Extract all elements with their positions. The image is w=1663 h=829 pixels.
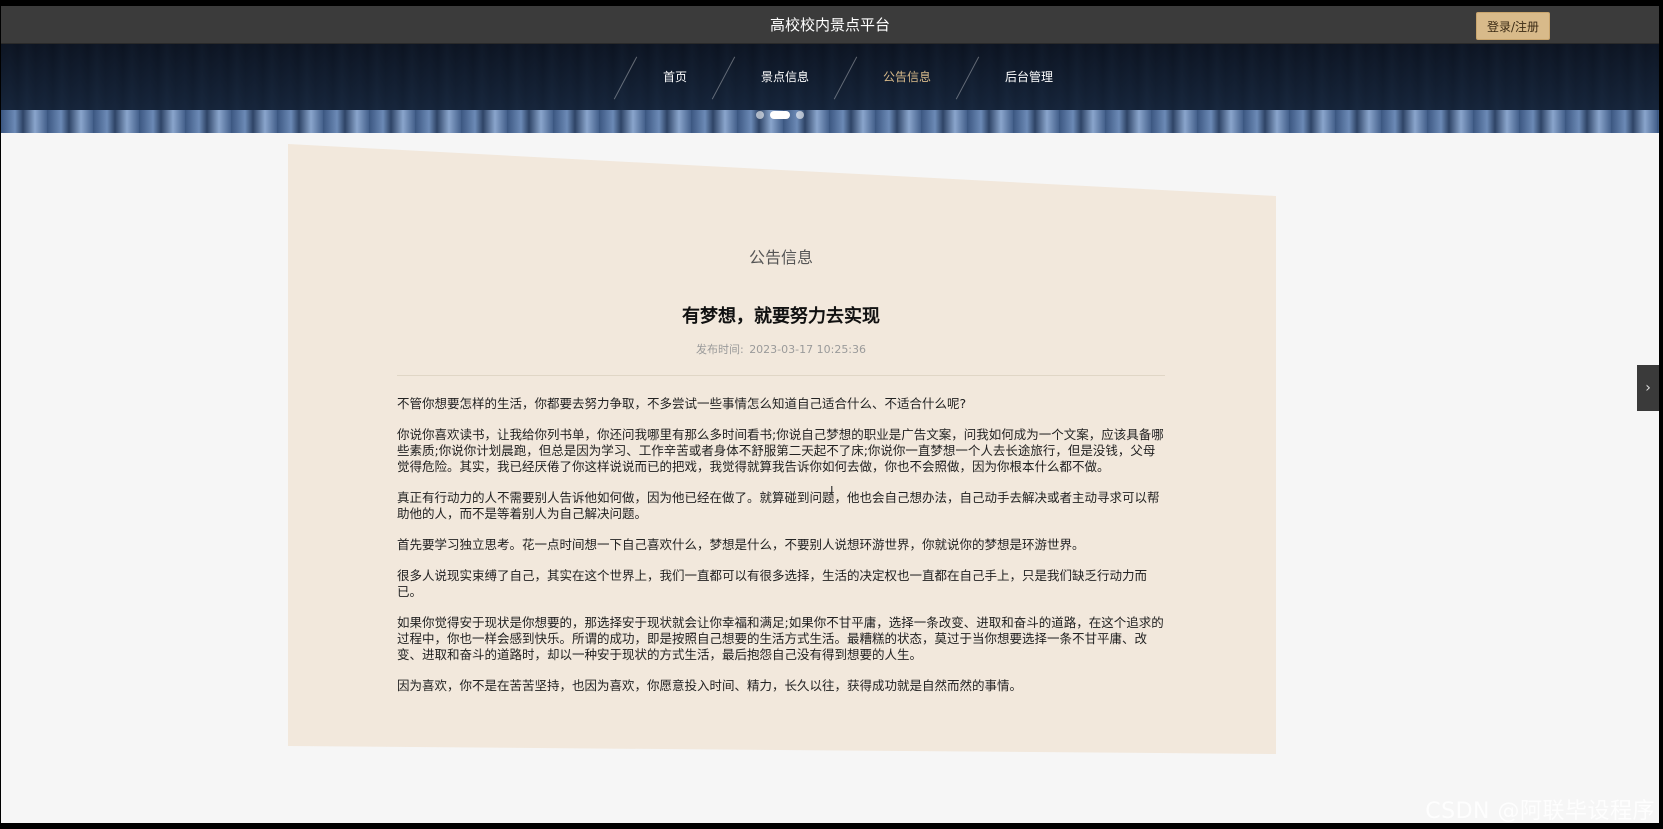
banner-image-bottom bbox=[1, 110, 1659, 133]
top-bar: 高校校内景点平台 登录/注册 bbox=[1, 6, 1659, 44]
browser-page: 高校校内景点平台 登录/注册 首页 景点信息 公告信息 后台管理 公告信息 有梦… bbox=[1, 6, 1659, 823]
body-paragraph: 不管你想要怎样的生活，你都要去努力争取，不多尝试一些事情怎么知道自己适合什么、不… bbox=[397, 396, 967, 411]
carousel-dots bbox=[756, 111, 804, 119]
nav-item-attractions[interactable]: 景点信息 bbox=[735, 58, 835, 96]
carousel-dot-3[interactable] bbox=[796, 111, 804, 119]
main-nav: 首页 景点信息 公告信息 后台管理 bbox=[615, 58, 1079, 96]
body-paragraph: 如果你觉得安于现状是你想要的，那选择安于现状就会让你幸福和满足;如果你不甘平庸，… bbox=[397, 615, 1164, 662]
banner-carousel: 首页 景点信息 公告信息 后台管理 bbox=[1, 44, 1659, 133]
publish-time-value: 2023-03-17 10:25:36 bbox=[749, 343, 867, 356]
site-title: 高校校内景点平台 bbox=[769, 16, 890, 34]
body-paragraph: 很多人说现实束缚了自己，其实在这个世界上，我们一直都可以有很多选择，生活的决定权… bbox=[397, 568, 1148, 599]
nav-separator bbox=[615, 58, 637, 96]
chevron-right-icon[interactable]: › bbox=[1637, 365, 1659, 411]
title-divider bbox=[397, 375, 1165, 376]
announcement-title: 有梦想，就要努力去实现 bbox=[682, 306, 880, 327]
announcement-body: 不管你想要怎样的生活，你都要去努力争取，不多尝试一些事情怎么知道自己适合什么、不… bbox=[397, 396, 1165, 694]
body-paragraph: 因为喜欢，你不是在苦苦坚持，也因为喜欢，你愿意投入时间、精力，长久以往，获得成功… bbox=[397, 678, 1023, 693]
nav-separator bbox=[713, 58, 735, 96]
announcement-detail: 公告信息 有梦想，就要努力去实现 发布时间: 2023-03-17 10:25:… bbox=[397, 246, 1165, 709]
body-paragraph: 首先要学习独立思考。花一点时间想一下自己喜欢什么，梦想是什么，不要别人说想环游世… bbox=[397, 537, 1085, 552]
body-paragraph: 你说你喜欢读书，让我给你列书单，你还问我哪里有那么多时间看书;你说自己梦想的职业… bbox=[397, 427, 1164, 474]
screen-frame: 高校校内景点平台 登录/注册 首页 景点信息 公告信息 后台管理 公告信息 有梦… bbox=[0, 0, 1663, 829]
carousel-dot-1[interactable] bbox=[756, 111, 764, 119]
nav-item-announcements[interactable]: 公告信息 bbox=[857, 58, 957, 96]
login-register-button[interactable]: 登录/注册 bbox=[1476, 12, 1550, 40]
publish-time-label: 发布时间: bbox=[695, 343, 744, 356]
text-cursor-icon: I bbox=[830, 484, 834, 498]
nav-separator bbox=[835, 58, 857, 96]
nav-item-home[interactable]: 首页 bbox=[637, 58, 713, 96]
nav-separator bbox=[957, 58, 979, 96]
publish-meta: 发布时间: 2023-03-17 10:25:36 bbox=[397, 342, 1165, 358]
nav-item-admin[interactable]: 后台管理 bbox=[979, 58, 1079, 96]
body-paragraph: 真正有行动力的人不需要别人告诉他如何做，因为他已经在做了。就算碰到问题，他也会自… bbox=[397, 490, 1160, 521]
watermark: CSDN @阿联毕设程序 bbox=[1425, 799, 1655, 824]
section-title: 公告信息 bbox=[748, 248, 813, 267]
carousel-dot-2[interactable] bbox=[770, 111, 790, 119]
